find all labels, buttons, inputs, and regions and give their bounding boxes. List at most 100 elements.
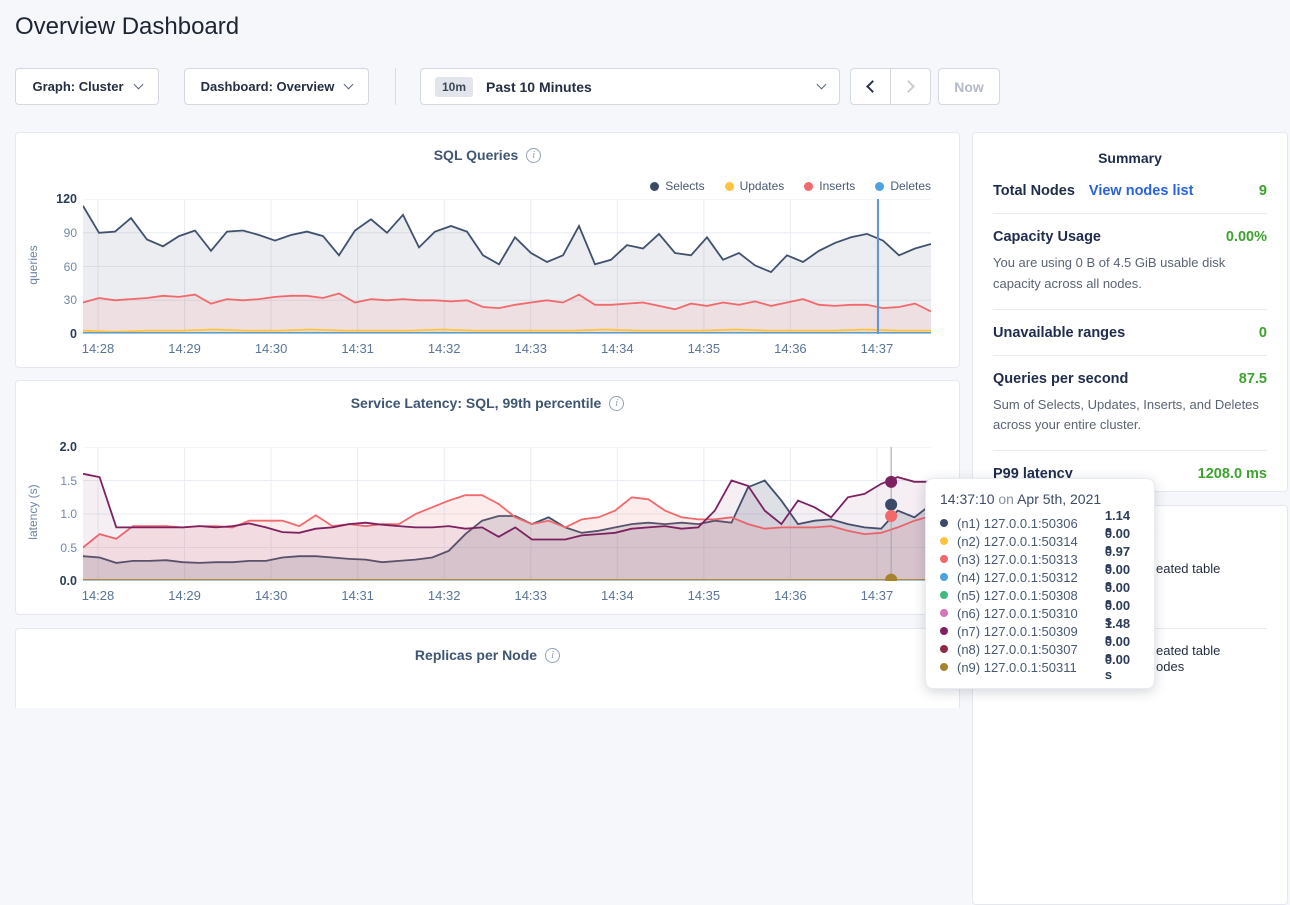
service-latency-chart-card: Service Latency: SQL, 99th percentile i … [15, 380, 960, 615]
service-latency-chart-title: Service Latency: SQL, 99th percentile [351, 395, 602, 411]
legend-item: Deletes [875, 179, 931, 193]
chevron-down-icon [344, 80, 354, 90]
time-nav-group [850, 68, 931, 105]
total-nodes-row: Total Nodes View nodes list 9 [993, 168, 1267, 214]
event-text-fragment: eated table [1156, 643, 1220, 658]
legend-dot-icon [875, 182, 884, 191]
x-axis-tick: 14:30 [255, 341, 288, 356]
graph-dropdown[interactable]: Graph: Cluster [15, 68, 159, 105]
replicas-per-node-chart-title: Replicas per Node [415, 647, 537, 663]
info-icon[interactable]: i [545, 648, 560, 663]
info-icon[interactable]: i [526, 148, 541, 163]
y-axis-tick: 120 [21, 192, 77, 206]
x-axis-tick: 14:33 [514, 588, 547, 603]
y-axis-label: queries [26, 210, 40, 320]
node-dot-icon [940, 519, 948, 527]
node-dot-icon [940, 627, 948, 635]
total-nodes-value: 9 [1259, 183, 1267, 199]
node-dot-icon [940, 591, 948, 599]
x-axis-tick: 14:31 [341, 588, 374, 603]
x-axis-tick: 14:32 [428, 341, 461, 356]
x-axis-tick: 14:29 [168, 341, 201, 356]
view-nodes-list-link[interactable]: View nodes list [1089, 183, 1194, 199]
unavailable-ranges-label: Unavailable ranges [993, 325, 1125, 341]
legend-item: Updates [725, 179, 785, 193]
node-dot-icon [940, 555, 948, 563]
y-axis-label: latency (s) [26, 457, 40, 567]
latency-tooltip: 14:37:10 on Apr 5th, 2021 (n1) 127.0.0.1… [925, 478, 1155, 689]
chevron-down-icon [133, 80, 143, 90]
chevron-right-icon [902, 80, 915, 93]
x-axis-tick: 14:37 [861, 588, 894, 603]
tooltip-row: (n9) 127.0.0.1:503110.00 s [940, 658, 1140, 676]
dashboard-dropdown[interactable]: Dashboard: Overview [184, 68, 369, 105]
x-axis-tick: 14:33 [514, 341, 547, 356]
unavailable-ranges-value: 0 [1259, 325, 1267, 341]
event-text-fragment: odes [1156, 659, 1184, 674]
sql-queries-chart-card: SQL Queries i Selects Updates Inserts Delet… [15, 132, 960, 368]
legend-item: Inserts [804, 179, 855, 193]
x-axis-tick: 14:35 [688, 341, 721, 356]
now-button-label: Now [954, 79, 984, 95]
graph-dropdown-label: Graph: Cluster [32, 79, 123, 94]
capacity-usage-value: 0.00% [1226, 229, 1267, 245]
capacity-usage-row: Capacity Usage 0.00% You are using 0 B o… [993, 214, 1267, 310]
node-dot-icon [940, 609, 948, 617]
node-dot-icon [940, 663, 948, 671]
time-range-label: Past 10 Minutes [486, 79, 592, 95]
unavailable-ranges-row: Unavailable ranges 0 [993, 310, 1267, 356]
sql-queries-legend: Selects Updates Inserts Deletes [650, 179, 931, 193]
x-axis-tick: 14:36 [774, 341, 807, 356]
chevron-left-icon [866, 80, 879, 93]
x-axis-tick: 14:34 [601, 588, 634, 603]
service-latency-plot[interactable] [83, 447, 931, 581]
capacity-usage-description: You are using 0 B of 4.5 GiB usable disk… [993, 253, 1267, 295]
x-axis-tick: 14:30 [255, 588, 288, 603]
p99-latency-value: 1208.0 ms [1198, 466, 1267, 482]
queries-per-second-label: Queries per second [993, 371, 1128, 387]
event-text-fragment: eated table [1156, 561, 1220, 576]
chevron-down-icon [817, 80, 827, 90]
node-dot-icon [940, 573, 948, 581]
x-axis-tick: 14:31 [341, 341, 374, 356]
queries-per-second-description: Sum of Selects, Updates, Inserts, and De… [993, 395, 1267, 437]
summary-panel-header: Summary [993, 133, 1267, 168]
time-range-badge: 10m [435, 77, 473, 97]
x-axis-tick: 14:32 [428, 588, 461, 603]
x-axis-tick: 14:35 [688, 588, 721, 603]
y-axis-tick: 0 [21, 327, 77, 341]
dashboard-dropdown-label: Dashboard: Overview [201, 79, 335, 94]
time-forward-button[interactable] [891, 69, 930, 104]
legend-dot-icon [650, 182, 659, 191]
node-dot-icon [940, 537, 948, 545]
legend-dot-icon [804, 182, 813, 191]
x-axis-tick: 14:34 [601, 341, 634, 356]
replicas-per-node-chart-card: Replicas per Node i [15, 628, 960, 708]
time-back-button[interactable] [851, 69, 890, 104]
legend-item: Selects [650, 179, 704, 193]
x-axis-tick: 14:36 [774, 588, 807, 603]
total-nodes-label: Total Nodes [993, 183, 1075, 199]
toolbar-divider [395, 68, 396, 105]
x-axis-tick: 14:28 [82, 588, 115, 603]
now-button[interactable]: Now [938, 68, 1000, 105]
node-dot-icon [940, 645, 948, 653]
x-axis-tick: 14:37 [861, 341, 894, 356]
queries-per-second-value: 87.5 [1239, 371, 1267, 387]
page-title: Overview Dashboard [15, 13, 239, 41]
latency-tooltip-rows: (n1) 127.0.0.1:503061.14 s(n2) 127.0.0.1… [940, 514, 1140, 676]
summary-panel: Summary Total Nodes View nodes list 9 Ca… [972, 132, 1288, 492]
y-axis-tick: 0.0 [21, 574, 77, 588]
y-axis-tick: 2.0 [21, 440, 77, 454]
x-axis-tick: 14:28 [82, 341, 115, 356]
time-range-dropdown[interactable]: 10m Past 10 Minutes [420, 68, 840, 105]
sql-queries-plot[interactable] [83, 199, 931, 334]
overview-dashboard-page: Overview Dashboard Graph: Cluster Dashbo… [0, 0, 1290, 689]
info-icon[interactable]: i [609, 396, 624, 411]
legend-dot-icon [725, 182, 734, 191]
x-axis-tick: 14:29 [168, 588, 201, 603]
sql-queries-chart-title: SQL Queries [434, 147, 519, 163]
queries-per-second-row: Queries per second 87.5 Sum of Selects, … [993, 356, 1267, 452]
capacity-usage-label: Capacity Usage [993, 229, 1101, 245]
tooltip-timestamp: 14:37:10 on Apr 5th, 2021 [940, 491, 1140, 507]
